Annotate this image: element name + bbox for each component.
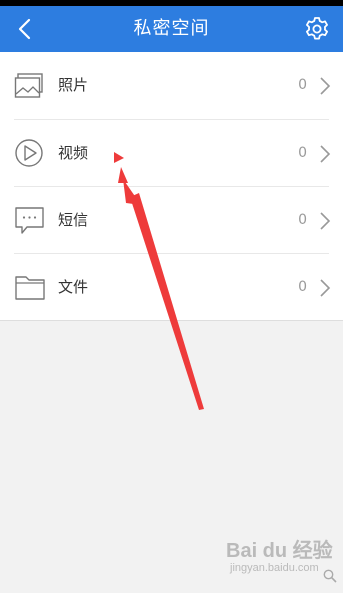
folder-icon	[15, 276, 45, 300]
chevron-right-icon	[320, 279, 331, 297]
list-item-sms[interactable]: 短信 0	[0, 187, 343, 254]
page-title: 私密空间	[133, 18, 210, 39]
item-count: 0	[298, 279, 307, 295]
list-item-label: 照片	[58, 76, 89, 94]
photo-stack-icon	[14, 73, 43, 98]
app-header: 私密空间	[0, 6, 343, 52]
watermark-brand: Bai du 经验	[226, 540, 333, 562]
list-item-label: 短信	[58, 211, 89, 229]
list-item-videos[interactable]: 视频 0	[0, 120, 343, 187]
list-item-label: 视频	[58, 144, 89, 162]
baidu-jingyan-watermark: Bai du 经验 jingyan.baidu.com	[226, 534, 336, 584]
item-count: 0	[298, 212, 307, 228]
chevron-right-icon	[320, 77, 331, 95]
chevron-right-icon	[320, 145, 331, 163]
private-space-list: 照片 0 视频 0 短信 0 文件 0	[0, 52, 343, 321]
chat-bubble-icon	[15, 207, 44, 234]
list-item-photos[interactable]: 照片 0	[0, 52, 343, 119]
list-item-files[interactable]: 文件 0	[0, 254, 343, 321]
chevron-right-icon	[320, 212, 331, 230]
list-item-label: 文件	[58, 278, 89, 296]
item-count: 0	[298, 145, 307, 161]
item-count: 0	[298, 77, 307, 93]
play-circle-icon	[15, 139, 43, 167]
magnifier-icon	[323, 569, 337, 583]
gear-icon[interactable]	[303, 15, 331, 43]
watermark-domain: jingyan.baidu.com	[230, 562, 319, 574]
